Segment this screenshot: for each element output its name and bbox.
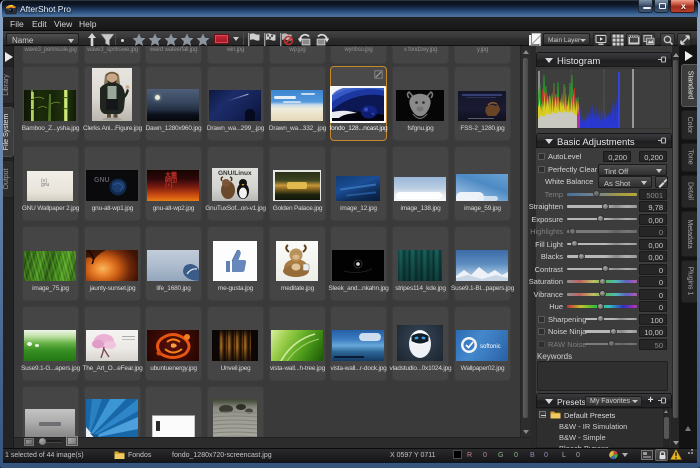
svg-text:softonic: softonic — [480, 344, 501, 350]
